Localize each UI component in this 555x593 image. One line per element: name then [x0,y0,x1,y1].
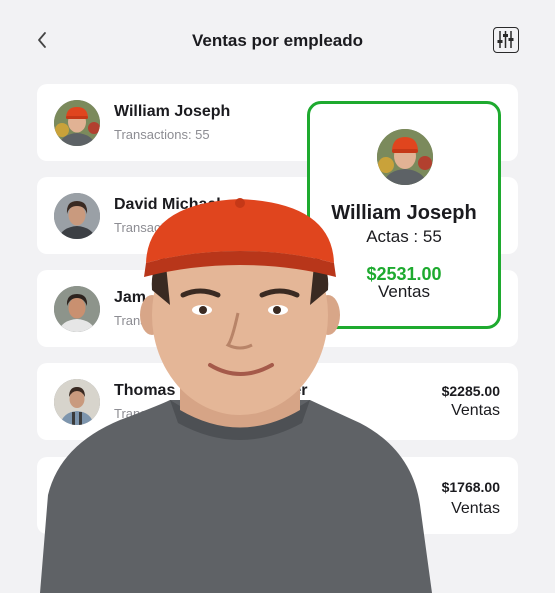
avatar [54,379,100,425]
avatar [54,100,100,146]
employee-name: Thomas er [114,382,308,399]
employee-transactions: Trans [114,313,147,328]
sales-label: Ventas [451,500,500,517]
employee-name-tail: er [292,382,308,399]
avatar [54,193,100,239]
avatar [377,129,433,185]
employee-transactions: Transactions [114,220,188,235]
top-employee-actas: Actas : 55 [366,227,442,246]
top-employee-name: William Joseph [331,202,477,224]
employee-card[interactable]: Thomas er Transacti $2285.00 Ventas [37,363,518,440]
employee-card[interactable]: $1768.00 Ventas [37,457,518,534]
sales-amount: $2285.00 [441,383,500,399]
employee-name: David Michael [114,196,221,213]
employee-transactions: Transactions: 55 [114,127,210,142]
employee-name: William Joseph [114,103,231,120]
sales-label: Ventas [451,402,500,419]
sales-amount: $1768.00 [441,479,500,495]
sliders-icon [497,31,514,48]
filter-button[interactable] [493,27,519,53]
page-title: Ventas por empleado [192,31,363,50]
employee-name: Jam [114,289,147,306]
top-employee-label: Ventas [378,282,430,301]
avatar [54,286,100,332]
top-employee-card[interactable]: William Joseph Actas : 55 $2531.00 Venta… [307,101,501,329]
employee-transactions: Transacti [114,406,167,421]
header: Ventas por empleado [0,0,555,84]
